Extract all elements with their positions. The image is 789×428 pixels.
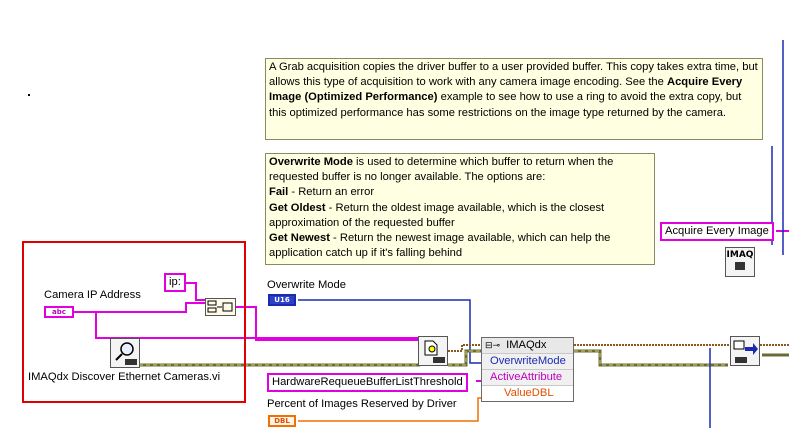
discover-cameras-label: IMAQdx Discover Ethernet Cameras.vi	[28, 371, 221, 383]
overwrite-mode-label: Overwrite Mode	[267, 279, 346, 291]
magnifier-camera-glyph	[115, 342, 137, 365]
acquire-every-image-constant[interactable]: Acquire Every Image	[660, 222, 774, 241]
option-fail-desc: - Return an error	[288, 186, 375, 199]
property-value-dbl[interactable]: ValueDBL	[482, 385, 573, 401]
overwrite-mode-terminal[interactable]: U16	[268, 294, 296, 306]
option-newest-label: Get Newest	[269, 232, 330, 245]
camera-ip-terminal[interactable]: abc	[44, 306, 74, 318]
imaq-icon[interactable]: IMAQ	[725, 247, 755, 277]
open-camera-icon[interactable]	[418, 336, 448, 366]
imaq-icon-glyph	[735, 262, 745, 270]
property-overwrite-mode[interactable]: OverwriteMode	[482, 353, 573, 369]
option-oldest-label: Get Oldest	[269, 201, 326, 214]
comment-overwrite-mode: Overwrite Mode is used to determine whic…	[265, 153, 655, 265]
property-node-header: ⊟⊸ IMAQdx	[482, 338, 573, 353]
ip-prefix-constant[interactable]: ip:	[164, 273, 186, 292]
comment-title: Overwrite Mode	[269, 156, 353, 168]
percent-images-label: Percent of Images Reserved by Driver	[267, 398, 457, 410]
concatenate-strings-icon[interactable]	[205, 298, 236, 316]
open-camera-glyph	[424, 340, 445, 363]
percent-images-terminal[interactable]: DBL	[268, 415, 296, 427]
wire-session-3	[574, 349, 728, 367]
wire-concat-out	[236, 306, 420, 341]
grab-arrow-glyph	[733, 340, 758, 363]
property-active-attribute[interactable]: ActiveAttribute	[482, 369, 573, 385]
discover-cameras-icon[interactable]	[110, 338, 140, 368]
camera-ip-label: Camera IP Address	[44, 289, 141, 301]
concatenate-glyph	[207, 300, 233, 313]
imaq-icon-text: IMAQ	[726, 250, 754, 260]
option-fail-label: Fail	[269, 186, 289, 199]
property-node-icon: ⊟⊸	[485, 340, 501, 350]
imaqdx-property-node[interactable]: ⊟⊸ IMAQdx OverwriteMode ActiveAttribute …	[481, 337, 574, 402]
wire-overwrite-mode	[298, 299, 484, 364]
grab-icon[interactable]	[730, 336, 760, 366]
comment-grab-acquisition: A Grab acquisition copies the driver buf…	[265, 58, 763, 140]
property-node-title: IMAQdx	[506, 339, 547, 351]
buffer-threshold-constant[interactable]: HardwareRequeueBufferListThreshold	[267, 373, 468, 392]
